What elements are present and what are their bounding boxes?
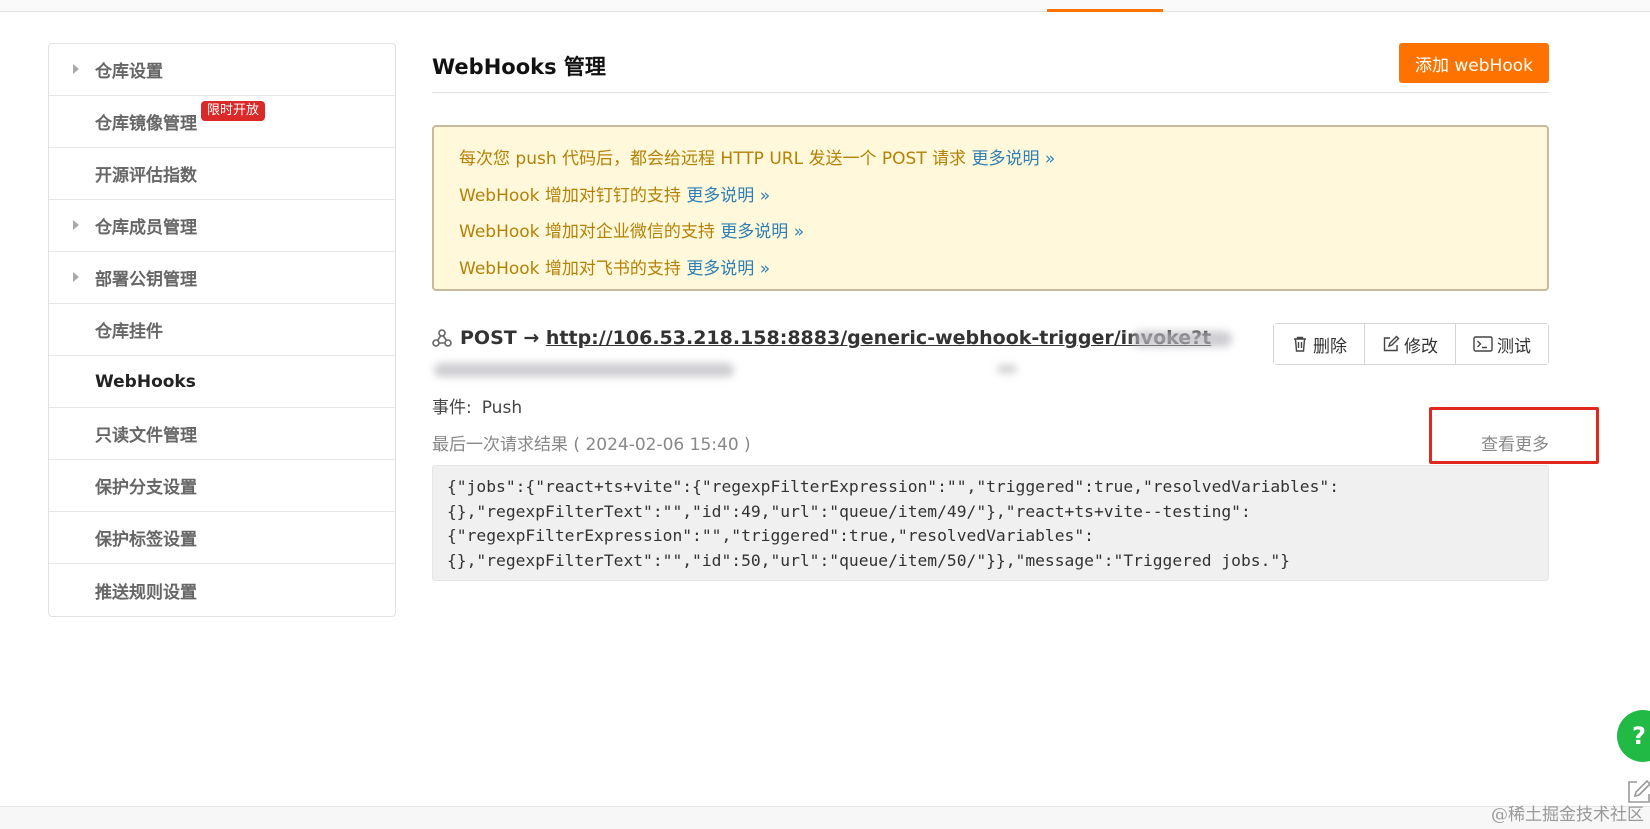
info-notice: 每次您 push 代码后，都会给远程 HTTP URL 发送一个 POST 请求… xyxy=(432,125,1549,291)
edit-button[interactable]: 修改 xyxy=(1365,324,1456,364)
divider xyxy=(432,92,1549,93)
redacted-area xyxy=(997,365,1017,373)
delete-label: 删除 xyxy=(1313,336,1347,357)
sidebar-item-label: 仓库设置 xyxy=(95,62,163,82)
redacted-area xyxy=(1132,331,1232,347)
sidebar-item-deploy-keys[interactable]: 部署公钥管理 xyxy=(49,252,395,304)
redacted-area xyxy=(434,363,734,377)
webhook-item: POST → http://106.53.218.158:8883/generi… xyxy=(432,323,1549,383)
watermark: @稀土掘金技术社区 xyxy=(1491,805,1644,825)
sidebar-item-label: 仓库镜像管理 xyxy=(95,114,197,134)
event-label: 事件: xyxy=(432,398,472,418)
bottom-bar xyxy=(0,806,1650,829)
sidebar-item-repo-mirror[interactable]: 仓库镜像管理 限时开放 xyxy=(49,96,395,148)
sidebar-item-webhooks[interactable]: WebHooks xyxy=(49,356,395,408)
more-info-link[interactable]: 更多说明 » xyxy=(686,259,770,279)
more-info-link[interactable]: 更多说明 » xyxy=(686,186,770,206)
webhook-icon xyxy=(432,329,452,347)
sidebar-item-oss-index[interactable]: 开源评估指数 xyxy=(49,148,395,200)
test-button[interactable]: 测试 xyxy=(1456,324,1548,364)
webhook-actions: 删除 修改 测试 xyxy=(1273,323,1549,365)
http-method: POST → xyxy=(460,327,540,349)
add-webhook-button[interactable]: 添加 webHook xyxy=(1399,43,1549,83)
test-label: 测试 xyxy=(1497,336,1531,357)
caret-right-icon xyxy=(73,272,79,282)
sidebar-item-protected-tags[interactable]: 保护标签设置 xyxy=(49,512,395,564)
event-info: 事件: Push xyxy=(432,393,522,418)
help-button[interactable]: ? xyxy=(1617,710,1650,762)
terminal-icon xyxy=(1473,336,1493,352)
sidebar-item-members[interactable]: 仓库成员管理 xyxy=(49,200,395,252)
webhook-url-link[interactable]: http://106.53.218.158:8883/generic-webho… xyxy=(546,327,1211,349)
notice-text: WebHook 增加对企业微信的支持 xyxy=(459,222,715,242)
sidebar-item-widgets[interactable]: 仓库挂件 xyxy=(49,304,395,356)
last-result-label: 最后一次请求结果 ( 2024-02-06 15:40 ) xyxy=(432,435,751,455)
notice-line: WebHook 增加对企业微信的支持 更多说明 » xyxy=(459,214,1522,251)
caret-right-icon xyxy=(73,64,79,74)
delete-button[interactable]: 删除 xyxy=(1274,324,1365,364)
response-body: {"jobs":{"react+ts+vite":{"regexpFilterE… xyxy=(432,465,1549,581)
notice-text: WebHook 增加对钉钉的支持 xyxy=(459,185,681,206)
sidebar-item-label: 只读文件管理 xyxy=(95,426,197,446)
sidebar-item-protected-branches[interactable]: 保护分支设置 xyxy=(49,460,395,512)
more-info-link[interactable]: 更多说明 » xyxy=(971,149,1055,169)
sidebar-item-label: 仓库成员管理 xyxy=(95,218,197,238)
sidebar-item-label: WebHooks xyxy=(95,371,196,392)
limited-badge: 限时开放 xyxy=(201,101,266,121)
highlight-annotation xyxy=(1429,407,1599,464)
trash-icon xyxy=(1294,336,1306,352)
more-info-link[interactable]: 更多说明 » xyxy=(720,222,804,242)
sidebar-item-label: 部署公钥管理 xyxy=(95,270,197,290)
sidebar-item-repo-settings[interactable]: 仓库设置 xyxy=(49,44,395,96)
sidebar-item-label: 保护分支设置 xyxy=(95,478,197,498)
sidebar-item-label: 开源评估指数 xyxy=(95,166,197,186)
page-title: WebHooks 管理 xyxy=(432,55,606,79)
notice-text: WebHook 增加对飞书的支持 xyxy=(459,258,681,279)
sidebar-item-label: 仓库挂件 xyxy=(95,322,163,342)
sidebar-item-label: 推送规则设置 xyxy=(95,582,197,603)
sidebar-item-label: 保护标签设置 xyxy=(95,530,197,550)
top-navigation-bar xyxy=(0,0,1650,12)
active-tab-indicator xyxy=(1047,9,1163,12)
caret-right-icon xyxy=(73,220,79,230)
sidebar-item-push-rules[interactable]: 推送规则设置 xyxy=(49,564,395,616)
event-value: Push xyxy=(481,398,523,418)
sidebar-item-readonly-files[interactable]: 只读文件管理 xyxy=(49,408,395,460)
notice-line: WebHook 增加对钉钉的支持 更多说明 » xyxy=(459,178,1522,215)
notice-text: 每次您 push 代码后，都会给远程 HTTP URL 发送一个 POST 请求 xyxy=(459,149,967,169)
edit-icon xyxy=(1383,335,1400,352)
settings-sidebar: 仓库设置 仓库镜像管理 限时开放 开源评估指数 仓库成员管理 部署公钥管理 仓库… xyxy=(48,43,396,617)
notice-line: 每次您 push 代码后，都会给远程 HTTP URL 发送一个 POST 请求… xyxy=(459,141,1522,178)
edit-label: 修改 xyxy=(1404,336,1438,357)
notice-line: WebHook 增加对飞书的支持 更多说明 » xyxy=(459,251,1522,288)
